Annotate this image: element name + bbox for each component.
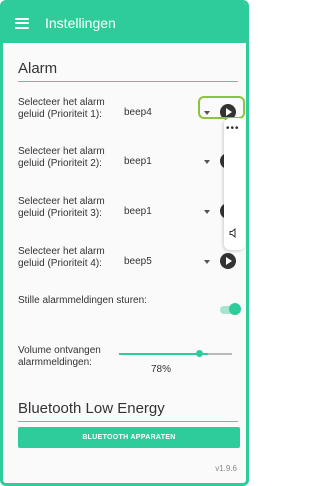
- bluetooth-section-title: Bluetooth Low Energy: [18, 400, 165, 417]
- page-title: Instellingen: [45, 15, 116, 31]
- app-bar: Instellingen: [3, 3, 246, 43]
- play-button-highlight: [198, 96, 245, 119]
- silent-alarms-toggle[interactable]: [229, 303, 241, 315]
- volume-slider-handle[interactable]: [196, 350, 203, 357]
- alarm-row-label: Selecteer het alarm geluid (Prioriteit 4…: [18, 246, 105, 269]
- play-icon[interactable]: [220, 253, 236, 269]
- alarm-section-title: Alarm: [18, 60, 58, 77]
- volume-slider-rest[interactable]: [208, 353, 232, 355]
- version-label: v1.9.6: [215, 464, 237, 473]
- volume-value: 78%: [151, 364, 172, 375]
- alarm-row-priority-4: Selecteer het alarm geluid (Prioriteit 4…: [18, 246, 243, 280]
- side-panel[interactable]: •••: [224, 118, 245, 250]
- volume-row: Volume ontvangen alarmmeldingen: 78%: [18, 345, 243, 379]
- silent-alarms-label: Stille alarmmeldingen sturen:: [18, 295, 147, 306]
- alarm-row-label: Selecteer het alarm geluid (Prioriteit 3…: [18, 196, 105, 219]
- bluetooth-devices-button[interactable]: BLUETOOTH APPARATEN: [18, 427, 240, 448]
- more-options-icon[interactable]: •••: [226, 123, 240, 134]
- alarm-row-priority-2: Selecteer het alarm geluid (Prioriteit 2…: [18, 146, 243, 180]
- silent-alarms-row: Stille alarmmeldingen sturen:: [18, 295, 243, 329]
- bluetooth-section-divider: [18, 421, 238, 422]
- alarm-section-divider: [18, 81, 238, 82]
- alarm-sound-select[interactable]: beep4: [124, 107, 152, 118]
- app-frame: Instellingen Alarm Selecteer het alarm g…: [0, 0, 249, 486]
- volume-label: Volume ontvangen alarmmeldingen:: [18, 345, 101, 368]
- alarm-row-label: Selecteer het alarm geluid (Prioriteit 2…: [18, 146, 105, 169]
- chevron-down-icon[interactable]: [204, 210, 210, 214]
- alarm-sound-select[interactable]: beep1: [124, 206, 152, 217]
- chevron-down-icon[interactable]: [204, 260, 210, 264]
- alarm-sound-select[interactable]: beep1: [124, 156, 152, 167]
- alarm-row-priority-3: Selecteer het alarm geluid (Prioriteit 3…: [18, 196, 243, 230]
- chevron-down-icon[interactable]: [204, 160, 210, 164]
- alarm-sound-select[interactable]: beep5: [124, 256, 152, 267]
- speaker-icon[interactable]: [229, 228, 239, 238]
- hamburger-menu-icon[interactable]: [15, 17, 29, 29]
- alarm-row-label: Selecteer het alarm geluid (Prioriteit 1…: [18, 97, 105, 120]
